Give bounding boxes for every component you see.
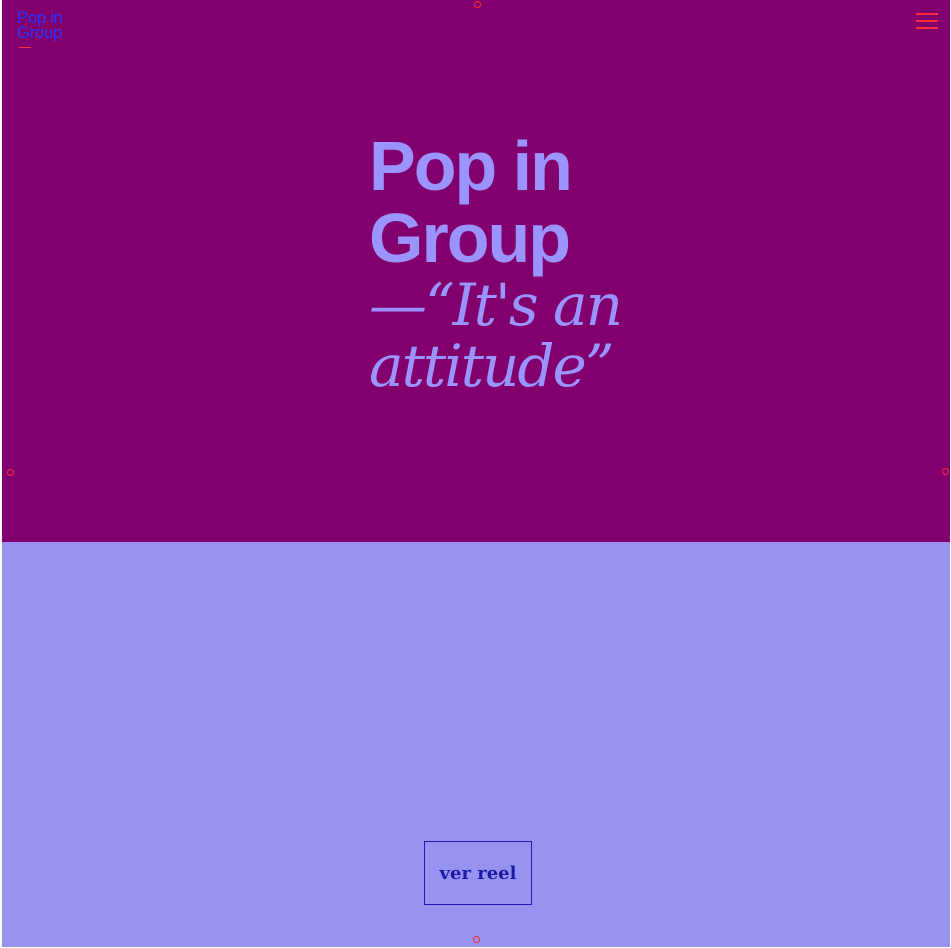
hero-headline: Pop in Group —“It's an attitude”: [369, 130, 629, 396]
headline-brand-line-1: Pop in: [369, 127, 573, 205]
logo-line-2: Group: [17, 23, 62, 42]
circle-marker-icon: [942, 468, 949, 475]
menu-bar: [916, 13, 938, 15]
headline-brand-line-2: Group: [369, 199, 571, 277]
circle-marker-icon: [473, 936, 480, 943]
circle-marker-icon: [7, 469, 14, 476]
logo-underline-dash: [19, 47, 31, 48]
brand-logo[interactable]: Pop in Group: [17, 9, 73, 42]
headline-tagline-line-2: attitude”: [369, 332, 615, 400]
headline-tagline-line-1: —“It's an: [369, 271, 623, 339]
hamburger-menu-icon[interactable]: [916, 12, 938, 30]
menu-bar: [916, 20, 938, 22]
view-reel-button[interactable]: ver reel: [424, 841, 532, 905]
hero-section: Pop in Group Pop in Group —“It's an atti…: [2, 0, 950, 542]
menu-bar: [916, 27, 938, 29]
circle-marker-icon: [474, 1, 481, 8]
